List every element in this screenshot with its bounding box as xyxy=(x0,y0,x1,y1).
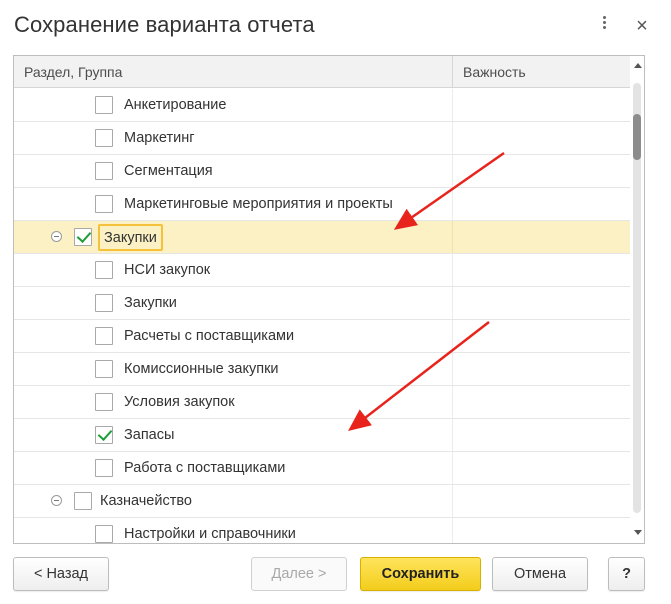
row-label: Условия закупок xyxy=(124,394,235,410)
row-label: НСИ закупок xyxy=(124,262,211,278)
tree-row[interactable]: Настройки и справочники xyxy=(14,518,630,543)
tree-rows: Анкетирование Маркетинг Сегментация Маркети… xyxy=(14,89,630,543)
row-label: Сегментация xyxy=(124,163,213,179)
tree-row[interactable]: Расчеты с поставщиками xyxy=(14,320,630,353)
scroll-thumb[interactable] xyxy=(633,114,641,160)
row-label: Маркетинговые мероприятия и проекты xyxy=(124,196,393,212)
scroll-up-icon[interactable] xyxy=(634,63,642,68)
collapse-icon[interactable] xyxy=(51,231,62,242)
more-vertical-icon xyxy=(602,14,606,31)
tree-row[interactable]: Закупки xyxy=(14,221,630,254)
tree-row[interactable]: Условия закупок xyxy=(14,386,630,419)
save-button[interactable]: Сохранить xyxy=(360,557,481,591)
row-label: Настройки и справочники xyxy=(124,526,296,542)
back-button[interactable]: < Назад xyxy=(13,557,109,591)
tree-row[interactable]: Закупки xyxy=(14,287,630,320)
row-checkbox[interactable] xyxy=(74,492,92,510)
row-checkbox[interactable] xyxy=(95,393,113,411)
scroll-down-icon[interactable] xyxy=(634,530,642,535)
row-checkbox[interactable] xyxy=(95,327,113,345)
row-label: Закупки xyxy=(124,295,177,311)
sections-tree[interactable]: Раздел, Группа Важность Анкетирование Мар… xyxy=(13,55,645,544)
tree-row[interactable]: Казначейство xyxy=(14,485,630,518)
row-label: Закупки xyxy=(98,224,163,251)
row-label: Запасы xyxy=(124,427,175,443)
row-label: Маркетинг xyxy=(124,130,195,146)
dialog-title: Сохранение варианта отчета xyxy=(14,12,315,37)
row-label: Казначейство xyxy=(100,493,192,509)
column-header-importance[interactable]: Важность xyxy=(463,64,526,80)
column-header-section[interactable]: Раздел, Группа xyxy=(24,64,122,80)
tree-row[interactable]: НСИ закупок xyxy=(14,254,630,287)
row-label: Комиссионные закупки xyxy=(124,361,279,377)
row-label: Расчеты с поставщиками xyxy=(124,328,295,344)
tree-row[interactable]: Запасы xyxy=(14,419,630,452)
tree-row[interactable]: Анкетирование xyxy=(14,89,630,122)
close-button[interactable]: × xyxy=(632,14,652,38)
tree-header: Раздел, Группа Важность xyxy=(14,56,630,88)
row-checkbox[interactable] xyxy=(95,195,113,213)
row-checkbox[interactable] xyxy=(95,96,113,114)
more-options-button[interactable] xyxy=(594,14,614,38)
row-checkbox[interactable] xyxy=(95,360,113,378)
row-label: Работа с поставщиками xyxy=(124,460,286,476)
row-checkbox[interactable] xyxy=(95,129,113,147)
row-label: Анкетирование xyxy=(124,97,227,113)
tree-row[interactable]: Маркетинговые мероприятия и проекты xyxy=(14,188,630,221)
row-checkbox[interactable] xyxy=(95,294,113,312)
row-checkbox[interactable] xyxy=(95,459,113,477)
next-button[interactable]: Далее > xyxy=(251,557,347,591)
row-checkbox[interactable] xyxy=(95,162,113,180)
tree-row[interactable]: Работа с поставщиками xyxy=(14,452,630,485)
row-checkbox[interactable] xyxy=(74,228,92,246)
cancel-button[interactable]: Отмена xyxy=(492,557,588,591)
help-button[interactable]: ? xyxy=(608,557,645,591)
collapse-icon[interactable] xyxy=(51,495,62,506)
row-checkbox[interactable] xyxy=(95,426,113,444)
row-checkbox[interactable] xyxy=(95,261,113,279)
tree-row[interactable]: Сегментация xyxy=(14,155,630,188)
row-checkbox[interactable] xyxy=(95,525,113,543)
tree-row[interactable]: Комиссионные закупки xyxy=(14,353,630,386)
tree-row[interactable]: Маркетинг xyxy=(14,122,630,155)
close-icon: × xyxy=(636,15,648,37)
vertical-scrollbar[interactable] xyxy=(631,56,644,543)
